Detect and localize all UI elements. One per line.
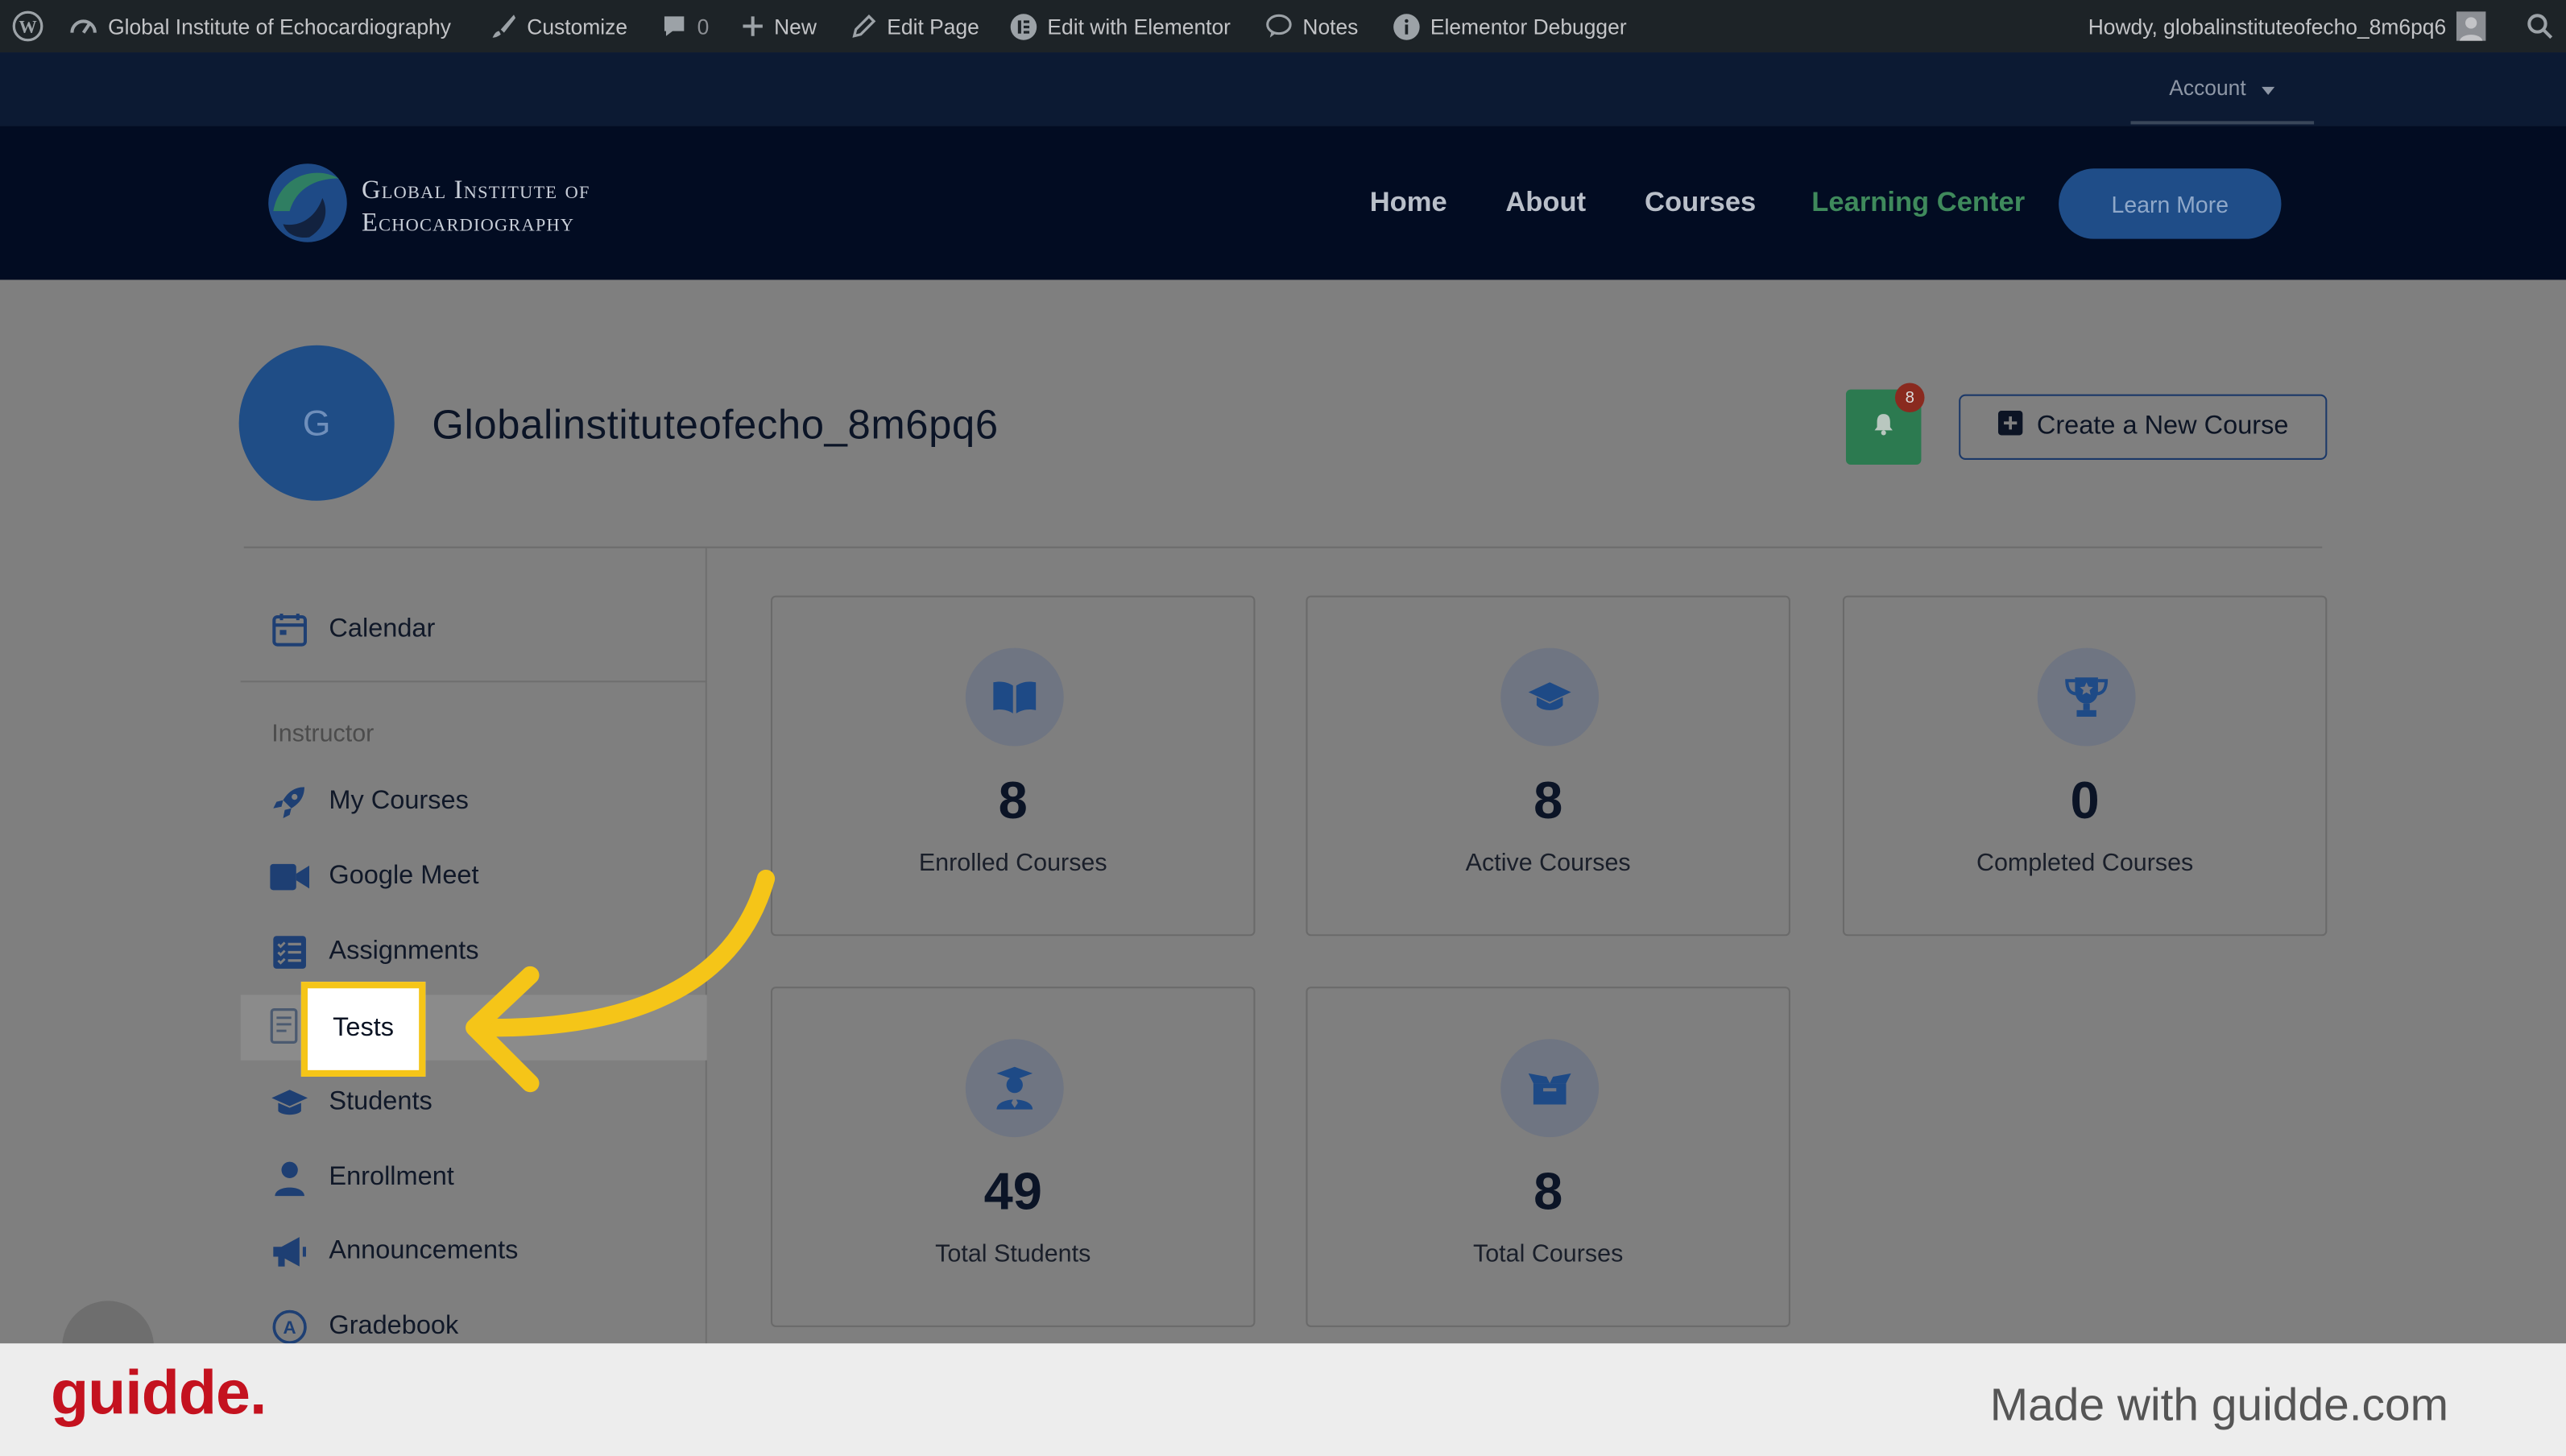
guide-arrow-icon bbox=[466, 869, 776, 1093]
guidde-footer: guidde. Made with guidde.com bbox=[0, 1343, 2566, 1456]
guidde-logo: guidde. bbox=[50, 1359, 267, 1429]
made-with-text: Made with guidde.com bbox=[1989, 1379, 2449, 1430]
screenshot-frame: W Global Institute of Echocardiography C… bbox=[0, 0, 2566, 1456]
